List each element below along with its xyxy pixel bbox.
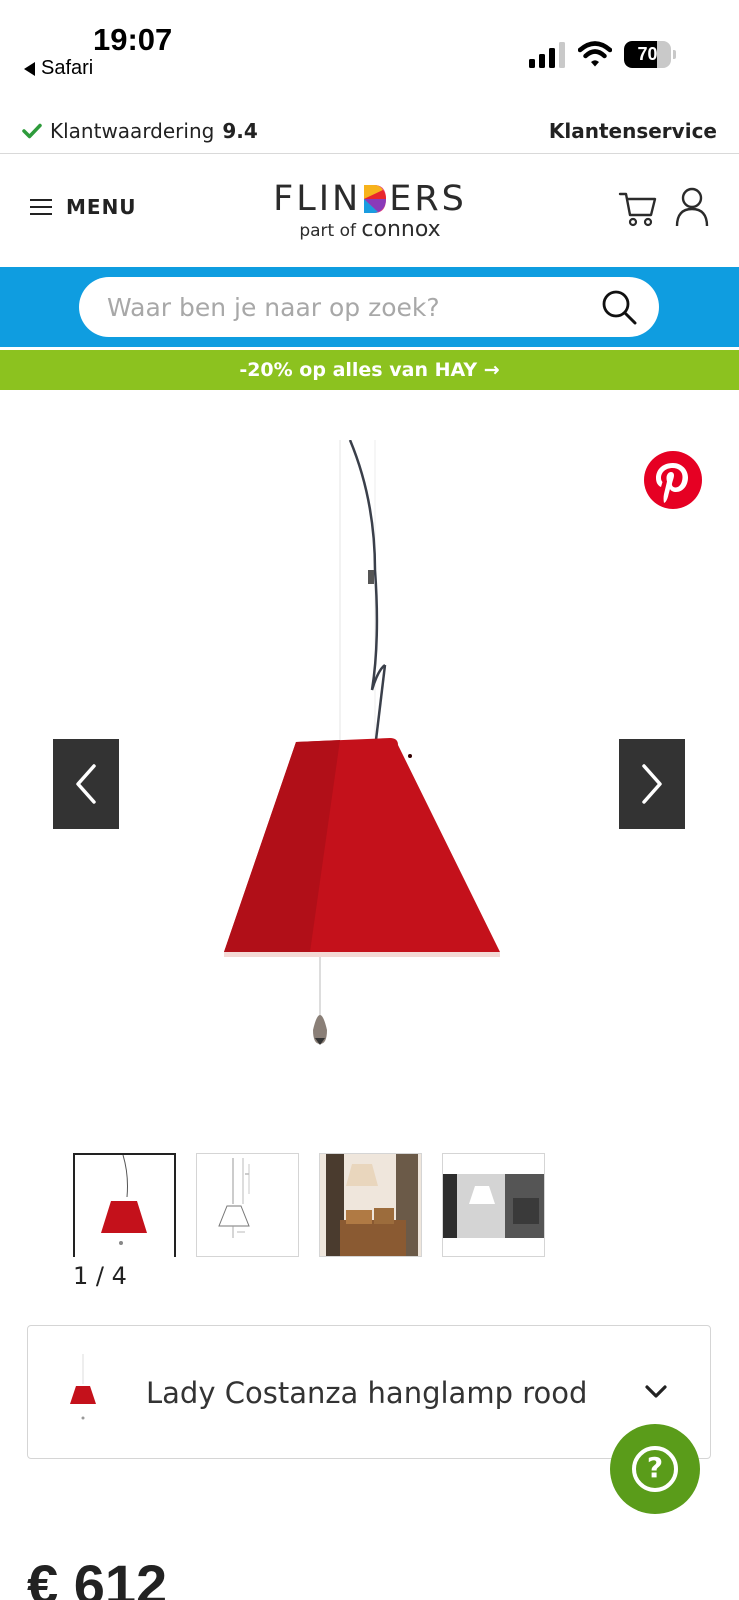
image-counter: 1 / 4 [73, 1262, 127, 1290]
search-icon[interactable] [600, 288, 638, 326]
search-band [0, 267, 739, 347]
wifi-icon [578, 41, 612, 67]
customer-service-link[interactable]: Klantenservice [549, 119, 717, 143]
promo-banner[interactable]: -20% op alles van HAY → [0, 350, 739, 390]
menu-button[interactable]: MENU [30, 195, 137, 219]
thumbnail-3[interactable] [319, 1153, 422, 1257]
chevron-right-icon [642, 764, 662, 804]
pinterest-button[interactable] [644, 451, 702, 509]
variant-selector[interactable]: Lady Costanza hanglamp rood [27, 1325, 711, 1459]
logo-text-end: ERS [389, 179, 467, 219]
menu-label: MENU [66, 195, 137, 219]
rating-value: 9.4 [222, 119, 258, 143]
question-icon: ? [632, 1446, 678, 1492]
battery-indicator: 70 [624, 41, 676, 68]
cart-icon[interactable] [618, 188, 658, 228]
thumbnail-strip [73, 1153, 545, 1257]
chevron-left-icon [76, 764, 96, 804]
logo-d-icon [364, 185, 387, 213]
back-triangle-icon [24, 61, 35, 76]
logo-sub-brand: connox [361, 217, 441, 242]
info-bar: Klantwaardering 9.4 Klantenservice [0, 108, 739, 154]
site-logo[interactable]: FLIN ERS part of connox [250, 179, 490, 242]
variant-label: Lady Costanza hanglamp rood [146, 1376, 588, 1410]
product-price: € 612 [27, 1553, 168, 1600]
previous-image-button[interactable] [53, 739, 119, 829]
product-image[interactable] [200, 440, 540, 1100]
help-button[interactable]: ? [610, 1424, 700, 1514]
back-to-safari[interactable]: Safari [24, 57, 93, 80]
status-time: 19:07 [93, 22, 173, 57]
battery-level: 70 [637, 44, 658, 64]
thumbnail-2[interactable] [196, 1153, 299, 1257]
search-box [79, 277, 659, 337]
chevron-down-icon [645, 1385, 667, 1398]
site-header: MENU FLIN ERS part of connox [0, 155, 739, 267]
logo-text-start: FLIN [273, 179, 362, 219]
search-input[interactable] [107, 277, 577, 337]
variant-thumbnail [70, 1354, 96, 1420]
hamburger-icon [30, 199, 52, 215]
user-icon[interactable] [674, 187, 710, 227]
thumbnail-4[interactable] [442, 1153, 545, 1257]
pinterest-icon [656, 463, 688, 503]
customer-rating[interactable]: Klantwaardering 9.4 [22, 119, 258, 143]
rating-label: Klantwaardering [50, 119, 215, 143]
back-label: Safari [41, 57, 94, 79]
thumbnail-1[interactable] [73, 1153, 176, 1257]
logo-sub-prefix: part of [299, 221, 356, 241]
signal-icon [529, 42, 565, 68]
status-bar: 19:07 Safari 70 [0, 0, 739, 100]
check-icon [22, 123, 42, 139]
next-image-button[interactable] [619, 739, 685, 829]
